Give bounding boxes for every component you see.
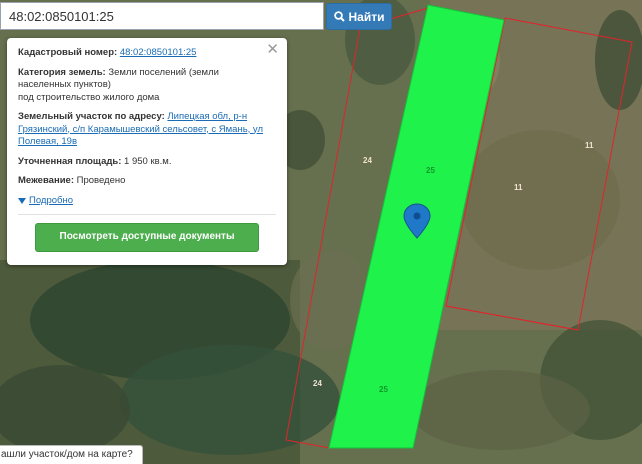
plot-label: 24: [363, 156, 372, 165]
land-category-label: Категория земель:: [18, 66, 106, 78]
plot-label: 24: [313, 379, 322, 388]
search-input[interactable]: [1, 3, 323, 29]
area-value: 1 950 кв.м.: [124, 155, 172, 167]
triangle-down-icon: [18, 197, 26, 204]
address-line: Полевая, 19в: [18, 136, 77, 147]
plot-label: 11: [514, 183, 523, 192]
address-label: Земельный участок по адресу:: [18, 111, 165, 122]
close-icon[interactable]: ✕: [266, 42, 279, 57]
cadastral-number-row: Кадастровый номер: 48:02:0850101:25: [18, 47, 276, 60]
survey-label: Межевание:: [18, 175, 74, 186]
land-category-value: Земли поселений (земли: [108, 66, 219, 78]
details-toggle[interactable]: Подробно: [18, 195, 73, 208]
feedback-tab[interactable]: ашли участок/дом на карте?: [0, 445, 143, 464]
survey-row: Межевание: Проведено: [18, 175, 276, 188]
land-category-row: Категория земель: Земли поселений (земли…: [18, 67, 276, 105]
search-icon: [333, 11, 345, 22]
plot-label: 11: [585, 141, 594, 150]
address-line: Грязинский, с/п Карамышевский сельсовет,…: [18, 123, 264, 135]
details-row: Подробно: [18, 195, 276, 209]
parcel-info-popup: ✕ Кадастровый номер: 48:02:0850101:25 Ка…: [7, 38, 287, 265]
search-button-label: Найти: [348, 9, 385, 24]
cadastral-number-label: Кадастровый номер:: [18, 47, 118, 58]
plot-label: 25: [379, 385, 388, 394]
cadastral-number-link[interactable]: 48:02:0850101:25: [120, 47, 197, 58]
view-documents-button[interactable]: Посмотреть доступные документы: [35, 223, 259, 253]
area-label: Уточненная площадь:: [18, 155, 122, 167]
plot-label: 25: [426, 166, 435, 175]
area-row: Уточненная площадь: 1 950 кв.м.: [18, 156, 276, 169]
details-label: Подробно: [29, 194, 73, 206]
address-line: Липецкая обл, р-н: [167, 111, 248, 122]
divider: [18, 214, 276, 216]
address-row: Земельный участок по адресу: Липецкая об…: [18, 111, 276, 149]
search-button[interactable]: Найти: [326, 3, 392, 30]
search-box: [0, 2, 324, 30]
land-category-value: под строительство жилого дома: [18, 91, 160, 103]
land-category-value: населенных пунктов): [18, 79, 111, 90]
survey-value: Проведено: [76, 175, 126, 186]
